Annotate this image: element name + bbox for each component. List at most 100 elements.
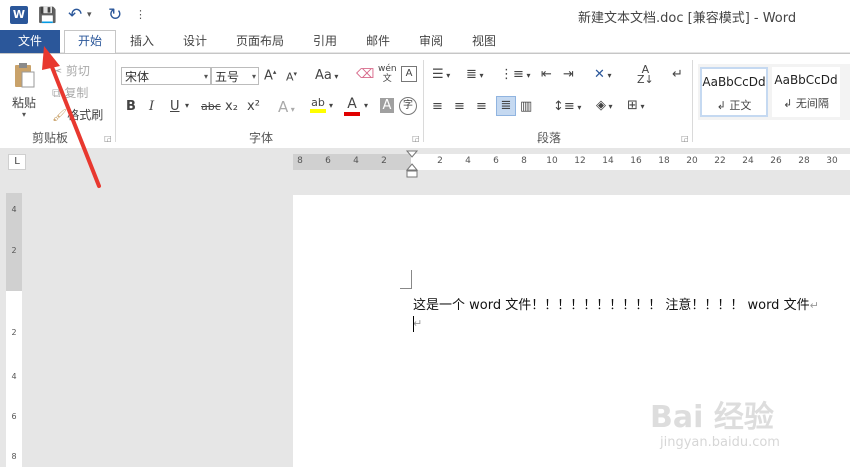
ruler-number: 6: [493, 156, 499, 166]
group-divider: [692, 60, 693, 142]
tab-home[interactable]: 开始: [64, 30, 116, 53]
undo-icon[interactable]: ↶: [68, 4, 82, 26]
ruler-number: 28: [798, 156, 810, 166]
line-spacing-icon[interactable]: ↕≡ ▾: [553, 99, 581, 114]
font-launcher-icon[interactable]: ◲: [412, 134, 420, 143]
align-right-icon[interactable]: ≡: [476, 99, 487, 114]
underline-dropdown-icon[interactable]: ▾: [185, 101, 189, 110]
ruler-number: 20: [686, 156, 698, 166]
format-painter-button[interactable]: 🖌格式刷: [52, 106, 103, 123]
ruler-number: 22: [714, 156, 726, 166]
ruler-number: 16: [630, 156, 642, 166]
paste-dropdown-icon[interactable]: ▾: [22, 110, 26, 119]
subscript-icon[interactable]: x₂: [225, 99, 238, 114]
character-border-icon[interactable]: A: [401, 66, 417, 82]
paragraph-mark: ↵: [809, 299, 819, 312]
sort-icon[interactable]: A Z↓: [637, 64, 654, 85]
ruler-number: 10: [546, 156, 558, 166]
font-size-combo[interactable]: 五号 ▾: [211, 67, 259, 85]
ruler-number: 8: [297, 156, 303, 166]
decrease-indent-icon[interactable]: ⇤: [541, 67, 552, 82]
vertical-ruler-number: 4: [11, 205, 17, 214]
copy-button[interactable]: ⧉ 复制: [52, 84, 88, 101]
tab-design[interactable]: 设计: [183, 31, 207, 53]
bullets-icon[interactable]: ☰ ▾: [432, 67, 450, 82]
highlight-dropdown-icon[interactable]: ▾: [329, 101, 333, 110]
brush-icon: 🖌: [52, 108, 68, 122]
asian-layout-icon[interactable]: ✕ ▾: [594, 67, 611, 82]
paragraph-launcher-icon[interactable]: ◲: [681, 134, 689, 143]
vertical-ruler-number: 4: [11, 372, 17, 381]
tab-view[interactable]: 视图: [472, 31, 496, 53]
document-text-line[interactable]: 这是一个 word 文件！！！！！！！！！！ 注意！！！！ word 文件↵: [413, 294, 819, 313]
font-group-label: 字体: [249, 131, 274, 145]
highlight-icon[interactable]: ab: [310, 96, 326, 113]
tab-insert[interactable]: 插入: [130, 31, 154, 53]
phonetic-guide-icon[interactable]: wén 文: [378, 64, 397, 84]
watermark: Bai 经验: [650, 400, 774, 435]
tab-file[interactable]: 文件: [0, 30, 60, 53]
ruler-number: 2: [381, 156, 387, 166]
justify-icon[interactable]: ≣: [496, 96, 516, 116]
align-left-icon[interactable]: ≡: [432, 99, 443, 114]
customize-qat-icon[interactable]: ⋮: [135, 4, 146, 26]
text-effects-icon[interactable]: A ▾: [278, 98, 295, 116]
font-color-dropdown-icon[interactable]: ▾: [364, 101, 368, 110]
increase-indent-icon[interactable]: ⇥: [563, 67, 574, 82]
clipboard-launcher-icon[interactable]: ◲: [104, 134, 112, 143]
text-cursor: [413, 316, 414, 332]
distributed-icon[interactable]: ▥: [520, 99, 532, 114]
tab-references[interactable]: 引用: [313, 31, 337, 53]
redo-icon[interactable]: ↻: [108, 4, 122, 26]
word-logo-icon[interactable]: W: [10, 6, 28, 24]
chevron-down-icon: ▾: [203, 72, 208, 81]
window-title: 新建文本文档.doc [兼容模式] - Word: [578, 11, 797, 26]
ruler-number: 2: [437, 156, 443, 166]
bold-icon[interactable]: B: [126, 99, 136, 114]
scissors-icon: ✂: [52, 64, 63, 78]
show-marks-icon[interactable]: ↵: [672, 67, 683, 82]
style-no-spacing[interactable]: AaBbCcDd ↲ 无间隔: [772, 67, 840, 117]
vertical-ruler-number: 6: [11, 412, 17, 421]
shrink-font-icon[interactable]: A▾: [286, 70, 297, 84]
group-divider: [423, 60, 424, 142]
ruler-number: 4: [465, 156, 471, 166]
multilevel-list-icon[interactable]: ⋮≡ ▾: [500, 67, 530, 82]
margin-corner-mark: [411, 270, 412, 288]
align-center-icon[interactable]: ≡: [454, 99, 465, 114]
watermark-url: jingyan.baidu.com: [660, 435, 780, 450]
indent-marker[interactable]: [405, 150, 419, 180]
ruler-number: 8: [521, 156, 527, 166]
document-empty-line[interactable]: ↵: [413, 316, 422, 331]
tab-mailings[interactable]: 邮件: [366, 31, 390, 53]
superscript-icon[interactable]: x²: [247, 99, 260, 114]
character-shading-icon[interactable]: A: [380, 98, 394, 113]
paste-button[interactable]: 粘贴: [12, 94, 36, 111]
change-case-icon[interactable]: Aa ▾: [315, 68, 338, 83]
underline-icon[interactable]: U: [170, 99, 180, 114]
numbering-icon[interactable]: ≣ ▾: [466, 67, 483, 82]
save-icon[interactable]: 💾: [38, 4, 57, 26]
ruler-number: 18: [658, 156, 670, 166]
shading-icon[interactable]: ◈ ▾: [596, 98, 613, 113]
font-name-combo[interactable]: 宋体 ▾: [121, 67, 211, 85]
group-divider: [115, 60, 116, 142]
font-color-icon[interactable]: A: [344, 96, 360, 116]
italic-icon[interactable]: I: [149, 99, 154, 114]
tab-review[interactable]: 审阅: [419, 31, 443, 53]
strikethrough-icon[interactable]: abc: [201, 100, 221, 113]
ruler-number: 6: [325, 156, 331, 166]
style-normal[interactable]: AaBbCcDd ↲ 正文: [700, 67, 768, 117]
enclose-characters-icon[interactable]: 字: [399, 97, 417, 115]
paste-icon[interactable]: [13, 62, 35, 90]
ruler-number: 12: [574, 156, 586, 166]
undo-dropdown-icon[interactable]: ▾: [87, 4, 92, 26]
tab-layout[interactable]: 页面布局: [236, 31, 284, 53]
clear-formatting-icon[interactable]: ⌫: [356, 67, 374, 82]
cut-button[interactable]: ✂ 剪切: [52, 62, 90, 79]
grow-font-icon[interactable]: A▴: [264, 68, 276, 83]
copy-icon: ⧉: [52, 86, 61, 100]
borders-icon[interactable]: ⊞ ▾: [627, 98, 644, 113]
paragraph-mark: ↵: [413, 317, 423, 330]
tab-selector[interactable]: L: [8, 154, 26, 170]
